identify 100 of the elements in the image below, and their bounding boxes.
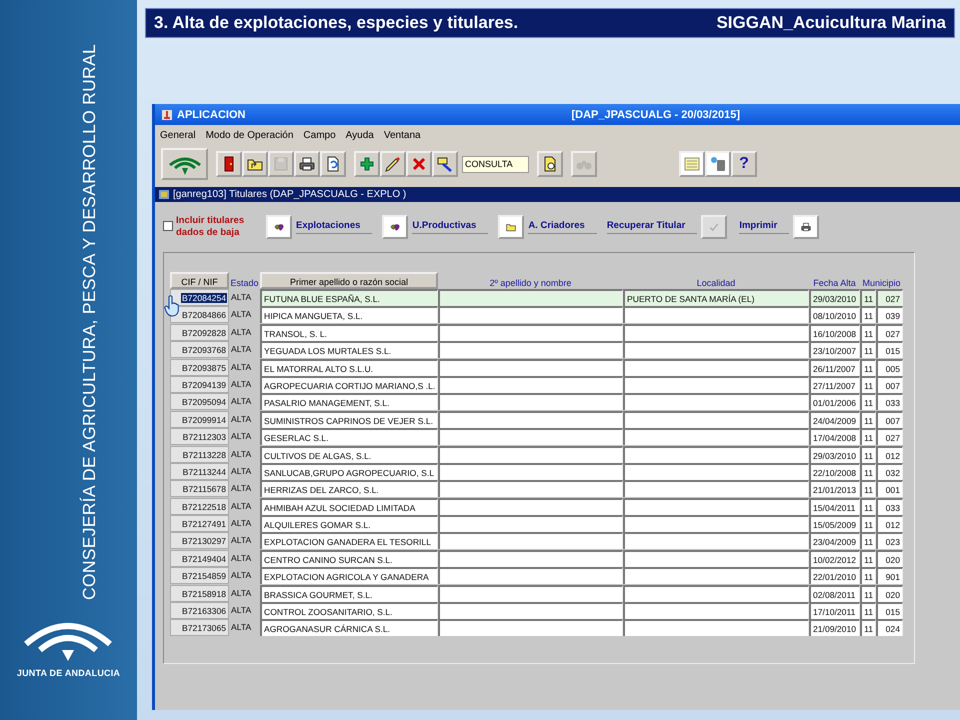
- table-field[interactable]: 11: [860, 393, 876, 410]
- table-field[interactable]: 027: [876, 324, 903, 341]
- table-field[interactable]: [438, 358, 623, 376]
- table-field[interactable]: [623, 619, 809, 636]
- table-field[interactable]: 11: [860, 584, 876, 602]
- table-field[interactable]: 024: [876, 619, 903, 636]
- table-field[interactable]: ALQUILERES GOMAR S.L.: [260, 515, 438, 532]
- record-cell[interactable]: B72093768: [170, 341, 229, 358]
- table-field[interactable]: [623, 462, 809, 480]
- table-field[interactable]: 11: [860, 567, 876, 584]
- table-field[interactable]: 033: [876, 498, 903, 515]
- toolbar-button[interactable]: [537, 151, 563, 177]
- record-cell[interactable]: B72149404: [170, 550, 229, 567]
- table-field[interactable]: EXPLOTACION AGRICOLA Y GANADERA: [260, 567, 438, 584]
- table-field[interactable]: [623, 515, 809, 532]
- table-field[interactable]: AGROPECUARIA CORTIJO MARIANO,S .L.: [260, 376, 438, 393]
- table-field[interactable]: [623, 376, 809, 393]
- table-field[interactable]: 26/11/2007: [809, 358, 860, 376]
- record-cell[interactable]: B72115678: [170, 480, 229, 498]
- table-field[interactable]: [623, 446, 809, 463]
- menu-item[interactable]: Ayuda: [344, 130, 375, 141]
- table-field[interactable]: 10/02/2012: [809, 550, 860, 567]
- table-field[interactable]: [438, 498, 623, 515]
- table-field[interactable]: [623, 567, 809, 584]
- table-field[interactable]: [438, 376, 623, 393]
- table-field[interactable]: [438, 480, 623, 498]
- record-cell[interactable]: B72084866: [170, 306, 229, 324]
- table-field[interactable]: [438, 341, 623, 358]
- toolbar-button[interactable]: [242, 151, 268, 177]
- table-field[interactable]: 11: [860, 376, 876, 393]
- home-button[interactable]: [161, 148, 208, 180]
- table-field[interactable]: 012: [876, 446, 903, 463]
- table-field[interactable]: [438, 550, 623, 567]
- table-field[interactable]: [623, 341, 809, 358]
- table-field[interactable]: SUMINISTROS CAPRINOS DE VEJER S.L.: [260, 410, 438, 428]
- table-field[interactable]: 16/10/2008: [809, 324, 860, 341]
- table-field[interactable]: 005: [876, 358, 903, 376]
- table-field[interactable]: 11: [860, 410, 876, 428]
- table-field[interactable]: 007: [876, 376, 903, 393]
- table-field[interactable]: 27/11/2007: [809, 376, 860, 393]
- toolbar-button[interactable]: [216, 151, 242, 177]
- table-field[interactable]: 11: [860, 480, 876, 498]
- record-cell[interactable]: B72095094: [170, 393, 229, 410]
- table-field[interactable]: 24/04/2009: [809, 410, 860, 428]
- table-field[interactable]: [623, 550, 809, 567]
- toolbar-button[interactable]: [294, 151, 320, 177]
- menu-item[interactable]: Modo de Operación: [204, 130, 294, 141]
- table-field[interactable]: [438, 619, 623, 636]
- table-field[interactable]: 15/05/2009: [809, 515, 860, 532]
- table-field[interactable]: 11: [860, 324, 876, 341]
- table-field[interactable]: AGROGANASUR CÁRNICA S.L.: [260, 619, 438, 636]
- table-field[interactable]: 11: [860, 358, 876, 376]
- record-cell[interactable]: B72094139: [170, 376, 229, 393]
- toolbar-button[interactable]: [320, 151, 346, 177]
- record-cell[interactable]: B72113244: [170, 462, 229, 480]
- record-cell[interactable]: B72099914: [170, 410, 229, 428]
- table-field[interactable]: 11: [860, 619, 876, 636]
- action-button[interactable]: [793, 215, 820, 239]
- table-field[interactable]: EL MATORRAL ALTO S.L.U.: [260, 358, 438, 376]
- table-field[interactable]: [438, 324, 623, 341]
- column-header[interactable]: CIF / NIF: [170, 272, 229, 289]
- menu-item[interactable]: Campo: [302, 130, 337, 141]
- table-field[interactable]: AHMIBAH AZUL SOCIEDAD LIMITADA: [260, 498, 438, 515]
- table-field[interactable]: 21/01/2013: [809, 480, 860, 498]
- table-field[interactable]: 11: [860, 550, 876, 567]
- action-button[interactable]: [266, 215, 292, 239]
- table-field[interactable]: [623, 584, 809, 602]
- table-field[interactable]: 11: [860, 532, 876, 550]
- table-field[interactable]: 023: [876, 532, 903, 550]
- table-field[interactable]: [438, 289, 623, 306]
- toolbar-button[interactable]: [354, 151, 380, 177]
- menu-item[interactable]: Ventana: [382, 130, 422, 141]
- record-cell[interactable]: B72154859: [170, 567, 229, 584]
- table-field[interactable]: 11: [860, 462, 876, 480]
- record-cell[interactable]: B72084254: [170, 289, 229, 306]
- table-field[interactable]: 11: [860, 428, 876, 446]
- table-field[interactable]: EXPLOTACION GANADERA EL TESORILL: [260, 532, 438, 550]
- table-field[interactable]: [623, 498, 809, 515]
- table-field[interactable]: 11: [860, 515, 876, 532]
- table-field[interactable]: SANLUCAB,GRUPO AGROPECUARIO, S.L: [260, 462, 438, 480]
- table-field[interactable]: [623, 306, 809, 324]
- table-field[interactable]: 027: [876, 428, 903, 446]
- table-field[interactable]: HERRIZAS DEL ZARCO, S.L.: [260, 480, 438, 498]
- table-field[interactable]: 027: [876, 289, 903, 306]
- table-field[interactable]: [623, 324, 809, 341]
- checkbox[interactable]: [163, 221, 173, 231]
- action-label[interactable]: Explotaciones: [296, 220, 372, 234]
- table-field[interactable]: 23/10/2007: [809, 341, 860, 358]
- record-cell[interactable]: B72122518: [170, 498, 229, 515]
- table-field[interactable]: [438, 515, 623, 532]
- action-label[interactable]: U.Productivas: [412, 220, 488, 234]
- toolbar-button[interactable]: [432, 151, 458, 177]
- table-field[interactable]: HIPICA MANGUETA, S.L.: [260, 306, 438, 324]
- table-field[interactable]: [623, 602, 809, 620]
- table-field[interactable]: 01/01/2006: [809, 393, 860, 410]
- table-field[interactable]: CENTRO CANINO SURCAN S.L.: [260, 550, 438, 567]
- record-cell[interactable]: B72130297: [170, 532, 229, 550]
- table-field[interactable]: 032: [876, 462, 903, 480]
- table-field[interactable]: [438, 567, 623, 584]
- table-field[interactable]: 22/01/2010: [809, 567, 860, 584]
